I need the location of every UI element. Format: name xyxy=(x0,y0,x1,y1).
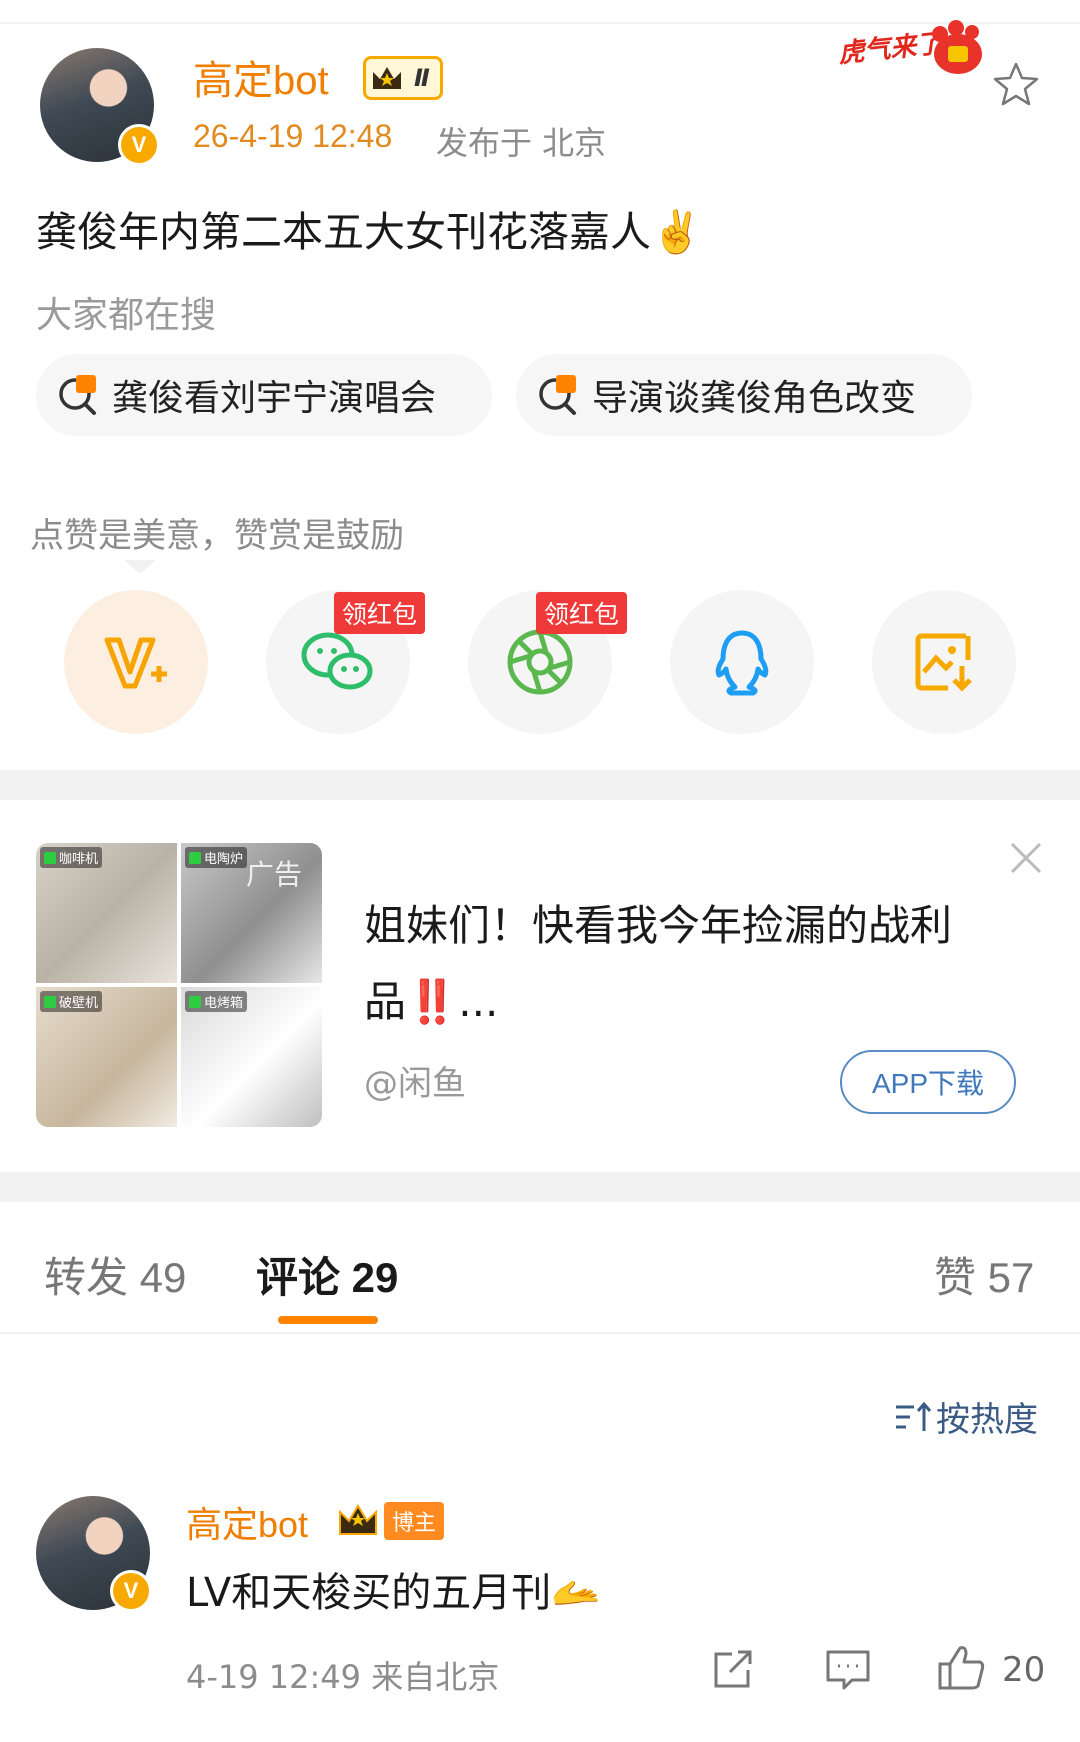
save-image-icon xyxy=(915,633,972,692)
comment-like-count: 20 xyxy=(1002,1650,1046,1690)
reward-title: 点赞是美意，赞赏是鼓励 xyxy=(30,516,404,556)
ad-image-cell: 咖啡机 xyxy=(36,843,177,983)
top-divider xyxy=(0,22,1080,24)
qq-icon xyxy=(715,630,769,696)
comment-author[interactable]: 高定bot xyxy=(186,1496,308,1548)
author-badge: 博主 xyxy=(384,1502,445,1540)
tiger-paw-icon xyxy=(932,20,982,74)
ad-image-tag: 破壁机 xyxy=(59,996,99,1011)
hot-search-label: 龚俊看刘宇宁演唱会 xyxy=(112,378,437,419)
favorite-star-icon[interactable] xyxy=(992,60,1040,108)
reward-button[interactable] xyxy=(64,590,208,734)
crown-icon xyxy=(373,67,401,89)
verified-badge-icon: V xyxy=(118,124,160,166)
crown-icon xyxy=(339,1504,377,1535)
reward-pointer xyxy=(124,560,156,574)
tab-like[interactable]: 赞 57 xyxy=(934,1244,1034,1305)
tab-comment[interactable]: 评论 29 xyxy=(256,1244,398,1305)
ad-label: 广告 xyxy=(245,858,302,891)
verified-badge-icon: V xyxy=(110,1570,152,1612)
hot-search-chip[interactable]: 导演谈龚俊角色改变 xyxy=(516,354,972,436)
ad-image-cell: 破壁机 xyxy=(36,987,177,1127)
section-divider xyxy=(0,1172,1080,1202)
comment-icon[interactable] xyxy=(824,1648,872,1692)
close-ad-icon[interactable] xyxy=(1008,840,1044,876)
sort-icon xyxy=(896,1401,932,1431)
comment-meta: 4-19 12:49 来自北京 xyxy=(186,1658,500,1696)
like-icon[interactable] xyxy=(936,1642,986,1692)
red-packet-tag: 领红包 xyxy=(334,592,426,634)
comment-text: LV和天梭买的五月刊🫴 xyxy=(186,1570,602,1616)
member-level-badge[interactable]: Ⅱ xyxy=(363,56,443,100)
red-packet-tag: 领红包 xyxy=(536,592,628,634)
moments-icon xyxy=(507,629,573,695)
hot-search-label: 导演谈龚俊角色改变 xyxy=(592,378,917,419)
author-name[interactable]: 高定bot xyxy=(193,48,329,106)
sort-button[interactable]: 按热度 xyxy=(894,1392,1038,1441)
ad-image-tag: 电烤箱 xyxy=(204,996,244,1011)
tab-active-indicator xyxy=(278,1316,378,1324)
level-label: Ⅱ xyxy=(414,64,430,92)
hot-search-chip[interactable]: 龚俊看刘宇宁演唱会 xyxy=(36,354,492,436)
app-download-button[interactable]: APP下载 xyxy=(840,1050,1016,1114)
repost-icon[interactable] xyxy=(710,1648,756,1692)
ad-image-tag: 咖啡机 xyxy=(59,852,99,867)
sort-label: 按热度 xyxy=(936,1400,1038,1440)
ad-image-cell: 电烤箱 xyxy=(181,987,322,1127)
share-qq-button[interactable] xyxy=(670,590,814,734)
hot-search-icon xyxy=(59,375,96,415)
post-time: 26-4-19 12:48 xyxy=(193,118,393,154)
save-image-button[interactable] xyxy=(872,590,1016,734)
section-divider xyxy=(0,770,1080,800)
hot-search-icon xyxy=(539,375,576,415)
post-location: 发布于 北京 xyxy=(436,124,607,162)
ad-image[interactable]: 咖啡机 电陶炉 广告 破壁机 电烤箱 xyxy=(36,843,322,1127)
tabs-divider xyxy=(0,1332,1080,1334)
ad-source: @闲鱼 xyxy=(364,1064,466,1104)
post-text: 龚俊年内第二本五大女刊花落嘉人✌️ xyxy=(36,208,703,256)
ad-image-cell: 电陶炉 广告 xyxy=(181,843,322,983)
ad-text[interactable]: 姐妹们！快看我今年捡漏的战利品‼️... xyxy=(364,888,964,1040)
v-plus-icon xyxy=(104,637,167,689)
tab-repost[interactable]: 转发 49 xyxy=(44,1244,186,1305)
wechat-icon xyxy=(301,632,373,690)
search-section-title: 大家都在搜 xyxy=(36,295,217,336)
ad-image-tag: 电陶炉 xyxy=(204,852,244,867)
